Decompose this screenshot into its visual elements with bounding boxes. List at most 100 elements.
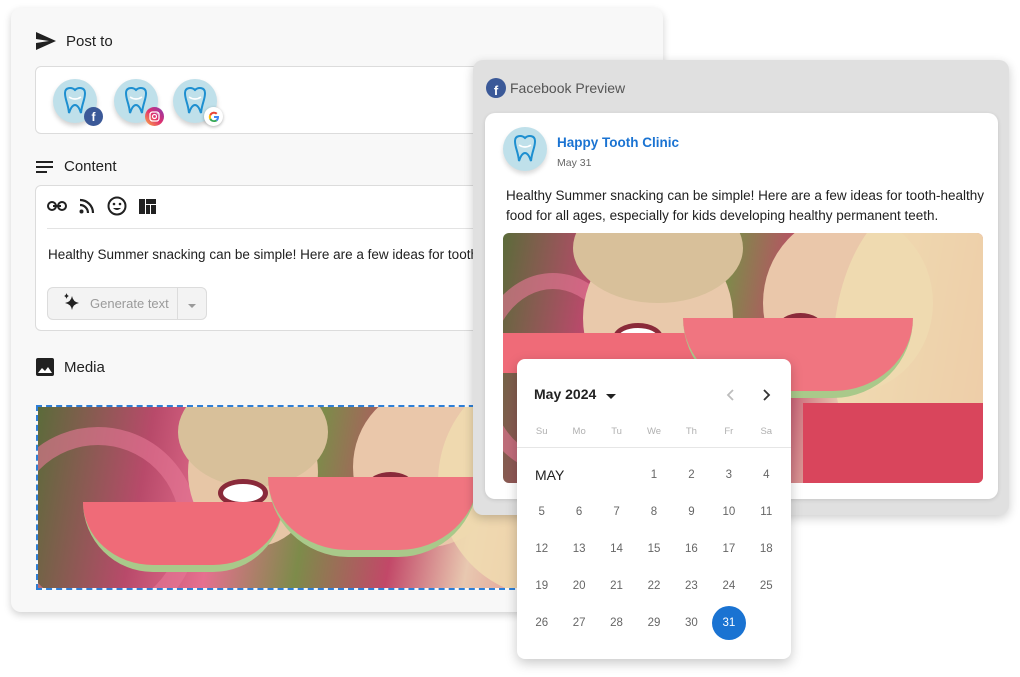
day-number: 13 [572, 542, 586, 555]
calendar-day[interactable]: 16 [673, 530, 710, 567]
day-number: 12 [535, 542, 549, 555]
day-number: 21 [610, 579, 623, 592]
calendar-day[interactable]: 24 [710, 567, 747, 604]
day-number: 22 [647, 579, 661, 592]
calendar-day[interactable]: 1 [635, 456, 672, 493]
content-label: Content [64, 158, 117, 175]
preview-post-text: Healthy Summer snacking can be simple! H… [506, 188, 984, 223]
day-number: 19 [535, 579, 549, 592]
day-number: 30 [685, 616, 698, 629]
generate-text-label: Generate text [90, 296, 169, 311]
chevron-left-icon [726, 389, 734, 401]
day-number: 3 [725, 468, 733, 481]
google-badge-icon [204, 107, 223, 126]
post-date: May 31 [557, 157, 592, 169]
calendar-day[interactable]: 11 [748, 493, 785, 530]
calendar-day[interactable]: 10 [710, 493, 747, 530]
calendar-day[interactable]: 17 [710, 530, 747, 567]
day-number: 7 [613, 505, 620, 518]
calendar-day[interactable]: 9 [673, 493, 710, 530]
date-picker: May 2024 Su Mo Tu We Th Fr Sa MAY 123456… [517, 359, 791, 659]
calendar-day[interactable]: 27 [560, 604, 597, 641]
calendar-day[interactable]: 28 [598, 604, 635, 641]
calendar-day[interactable]: 5 [523, 493, 560, 530]
weekday-label: Fr [724, 426, 734, 437]
day-number: 28 [610, 616, 623, 629]
calendar-day[interactable]: 19 [523, 567, 560, 604]
day-number: 15 [647, 542, 661, 555]
day-number: 4 [763, 468, 770, 481]
page-avatar [503, 127, 547, 171]
weekday-label: Su [535, 426, 548, 437]
emoji-icon[interactable] [107, 196, 127, 216]
weekday-label: Tu [611, 426, 622, 437]
link-icon[interactable] [47, 196, 67, 216]
day-number: 26 [535, 616, 549, 629]
calendar-day[interactable]: 15 [635, 530, 672, 567]
calendar-day-grid: MAY 1 2 3 4 5 6 7 8 9 10 11 12 13 14 15 16 17 18 19 20 21 22 2… [517, 456, 791, 641]
calendar-day[interactable]: 7 [598, 493, 635, 530]
next-month-button[interactable] [757, 385, 777, 405]
content-header: Content [36, 158, 117, 175]
generate-text-button[interactable]: Generate text [48, 288, 177, 319]
weekday-label: Sa [760, 426, 773, 437]
calendar-day[interactable]: 21 [598, 567, 635, 604]
day-number: 20 [572, 579, 586, 592]
day-number: 14 [610, 542, 623, 555]
calendar-day[interactable]: 29 [635, 604, 672, 641]
calendar-day[interactable]: 20 [560, 567, 597, 604]
day-number: 31 [711, 605, 746, 640]
calendar-day[interactable]: 6 [560, 493, 597, 530]
calendar-day[interactable]: 2 [673, 456, 710, 493]
day-number: 10 [722, 505, 736, 518]
post-content-text[interactable]: Healthy Summer snacking can be simple! H… [48, 247, 478, 262]
caret-down-icon [187, 295, 196, 313]
calendar-day-selected[interactable]: 31 [710, 604, 747, 641]
calendar-day[interactable]: 26 [523, 604, 560, 641]
day-number: 6 [575, 505, 583, 518]
calendar-day[interactable]: 18 [748, 530, 785, 567]
calendar-day[interactable]: 23 [673, 567, 710, 604]
day-number: 18 [759, 542, 773, 555]
account-avatar-instagram[interactable] [114, 79, 164, 126]
image-icon [36, 358, 54, 376]
calendar-day[interactable]: 3 [710, 456, 747, 493]
account-avatar-google[interactable] [173, 79, 223, 126]
calendar-day[interactable]: 22 [635, 567, 672, 604]
day-number: 8 [650, 505, 658, 518]
send-icon [36, 32, 56, 50]
day-number: 29 [647, 616, 661, 629]
calendar-day[interactable]: 8 [635, 493, 672, 530]
calendar-divider [517, 447, 791, 448]
day-number: 17 [722, 542, 736, 555]
month-year-label: May 2024 [534, 386, 597, 402]
calendar-day[interactable]: 12 [523, 530, 560, 567]
previous-month-button[interactable] [720, 385, 740, 405]
notes-icon [36, 160, 54, 173]
template-icon[interactable] [137, 196, 157, 216]
weekday-header: Su Mo Tu We Th Fr Sa [517, 426, 791, 437]
rss-icon[interactable] [77, 196, 97, 216]
day-number: 24 [722, 579, 736, 592]
month-label: MAY [535, 466, 565, 483]
facebook-icon: f [486, 78, 506, 98]
page-name-link[interactable]: Happy Tooth Clinic [557, 135, 679, 150]
calendar-day[interactable]: 4 [748, 456, 785, 493]
day-number: 1 [650, 468, 658, 481]
calendar-day[interactable]: 14 [598, 530, 635, 567]
generate-options-dropdown[interactable] [176, 288, 206, 319]
day-number: 11 [760, 505, 773, 518]
weekday-label: Th [685, 426, 697, 437]
account-avatar-facebook[interactable]: f [53, 79, 103, 126]
media-header: Media [36, 358, 105, 376]
calendar-day[interactable]: 30 [673, 604, 710, 641]
day-number: 2 [688, 468, 695, 481]
weekday-label: Mo [572, 426, 586, 437]
calendar-day[interactable]: 25 [748, 567, 785, 604]
weekday-label: We [646, 426, 662, 437]
post-to-header: Post to [36, 32, 113, 50]
calendar-day[interactable]: 13 [560, 530, 597, 567]
day-number: 23 [685, 579, 698, 592]
instagram-badge-icon [145, 107, 164, 126]
month-year-selector[interactable]: May 2024 [534, 386, 617, 402]
